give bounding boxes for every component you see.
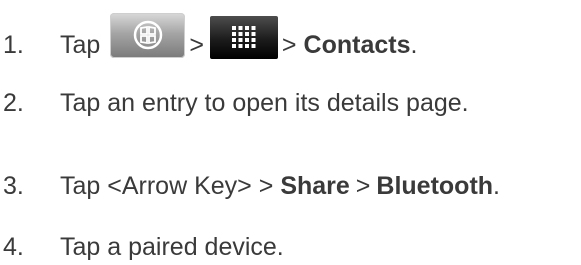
step-3: 3. Tap <Arrow Key> > Share > Bluetooth. — [0, 166, 500, 206]
step-2: 2. Tap an entry to open its details page… — [0, 83, 469, 123]
share-label: Share — [280, 171, 350, 200]
contacts-label: Contacts — [303, 30, 411, 59]
step-text-segment: Tap — [60, 30, 101, 59]
period: . — [493, 171, 500, 200]
step-1: 1. Tap > > Contacts. — [0, 12, 418, 68]
step-text-segment: Tap <Arrow Key> > — [60, 171, 274, 200]
step-number: 3. — [3, 171, 24, 200]
step-text: Tap an entry to open its details page. — [60, 88, 469, 117]
period: . — [410, 30, 418, 59]
applications-grid-icon — [209, 15, 278, 59]
step-text: Tap a paired device. — [60, 232, 284, 261]
bluetooth-label: Bluetooth — [376, 171, 494, 200]
separator: > — [281, 30, 297, 59]
step-number: 1. — [3, 30, 24, 59]
step-number: 2. — [3, 88, 24, 117]
separator: > — [355, 171, 371, 200]
step-4: 4. Tap a paired device. — [0, 227, 284, 265]
step-text: Tap <Arrow Key> > Share > Bluetooth. — [60, 172, 500, 201]
separator: > — [189, 30, 204, 59]
step-text: Tap > > Contacts. — [60, 12, 418, 68]
step-number: 4. — [3, 232, 24, 261]
home-key-icon — [110, 12, 186, 58]
